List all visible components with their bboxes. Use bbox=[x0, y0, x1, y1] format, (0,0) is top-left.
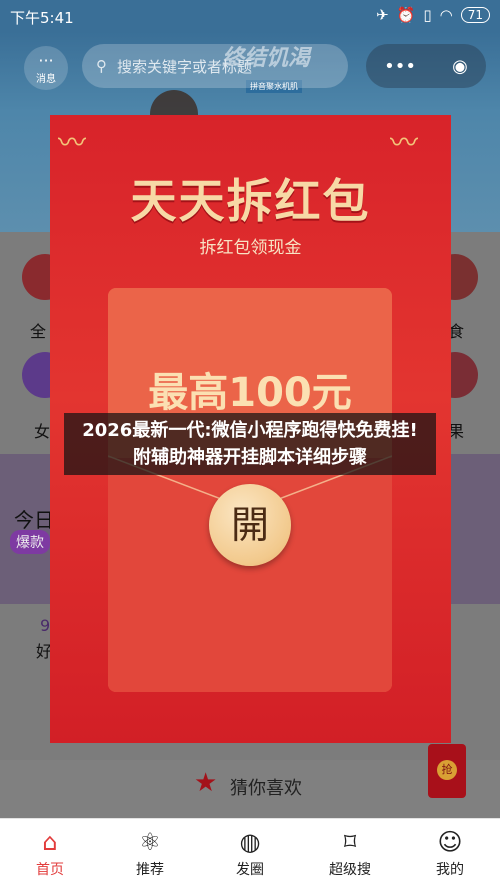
more-icon[interactable]: ••• bbox=[384, 56, 416, 77]
planet-icon: ◍ bbox=[239, 828, 261, 856]
overlay-caption: 2026最新一代:微信小程序跑得快免费挂!附辅助神器开挂脚本详细步骤 bbox=[64, 413, 436, 475]
tag-icon: ⌑ bbox=[343, 828, 357, 856]
today-label: 今日 bbox=[14, 508, 54, 532]
status-bar: 下午5:41 ✈ ⏰ ▯ ◠ 71 bbox=[0, 0, 500, 32]
modal-subtitle: 拆红包领现金 bbox=[199, 238, 302, 258]
tab-label: 推荐 bbox=[136, 862, 164, 878]
max-amount-text: 最高100元 bbox=[148, 370, 352, 416]
floating-red-packet[interactable]: 抢 bbox=[428, 744, 466, 798]
red-envelope: 最高100元 開 bbox=[108, 288, 392, 692]
user-icon: ☺ bbox=[437, 828, 463, 856]
tab-profile[interactable]: ☺ 我的 bbox=[400, 819, 500, 888]
tab-label: 首页 bbox=[36, 862, 64, 878]
status-icons: ✈ ⏰ ▯ ◠ 71 bbox=[376, 6, 490, 24]
tab-label: 发圈 bbox=[236, 862, 264, 878]
tab-moments[interactable]: ◍ 发圈 bbox=[200, 819, 300, 888]
search-placeholder: 搜索关键字或者标题 bbox=[117, 57, 253, 76]
tab-label: 我的 bbox=[436, 862, 464, 878]
message-button[interactable]: ··· 消息 bbox=[24, 46, 68, 90]
deal-number: 9 bbox=[40, 616, 51, 635]
wifi-icon: ◠ bbox=[439, 6, 453, 24]
grab-badge: 抢 bbox=[437, 760, 457, 780]
tab-recommend[interactable]: ⚛ 推荐 bbox=[100, 819, 200, 888]
home-icon: ⌂ bbox=[42, 828, 58, 856]
hot-badge: 爆款 bbox=[10, 530, 50, 554]
alarm-icon: ⏰ bbox=[396, 6, 416, 24]
atom-icon: ⚛ bbox=[139, 828, 161, 856]
message-label: 消息 bbox=[36, 74, 56, 85]
battery-indicator: 71 bbox=[460, 7, 490, 23]
tab-label: 超级搜 bbox=[329, 862, 371, 878]
tab-home[interactable]: ⌂ 首页 bbox=[0, 819, 100, 888]
bottom-tabbar: ⌂ 首页 ⚛ 推荐 ◍ 发圈 ⌑ 超级搜 ☺ 我的 bbox=[0, 818, 500, 888]
tab-super-search[interactable]: ⌑ 超级搜 bbox=[300, 819, 400, 888]
signal-icon: ✈ bbox=[376, 6, 389, 24]
category-label-all: 全 bbox=[30, 322, 47, 341]
chat-icon: ··· bbox=[38, 51, 54, 70]
open-button[interactable]: 開 bbox=[209, 484, 291, 566]
modal-title: 天天拆红包 bbox=[130, 174, 371, 228]
ribbon-right-icon: 〰 bbox=[390, 126, 419, 159]
miniprogram-capsule: ••• ◉ bbox=[366, 44, 486, 88]
status-time: 下午5:41 bbox=[10, 9, 74, 27]
star-icon: ★ bbox=[194, 768, 218, 798]
search-input[interactable]: ⚲ 搜索关键字或者标题 bbox=[82, 44, 348, 88]
guess-you-like-title: 猜你喜欢 bbox=[230, 778, 302, 799]
close-target-icon[interactable]: ◉ bbox=[452, 56, 468, 77]
ribbon-left-icon: 〰 bbox=[58, 126, 87, 159]
category-label-women: 女 bbox=[34, 422, 51, 441]
vibrate-icon: ▯ bbox=[423, 6, 432, 24]
search-icon: ⚲ bbox=[96, 57, 107, 75]
